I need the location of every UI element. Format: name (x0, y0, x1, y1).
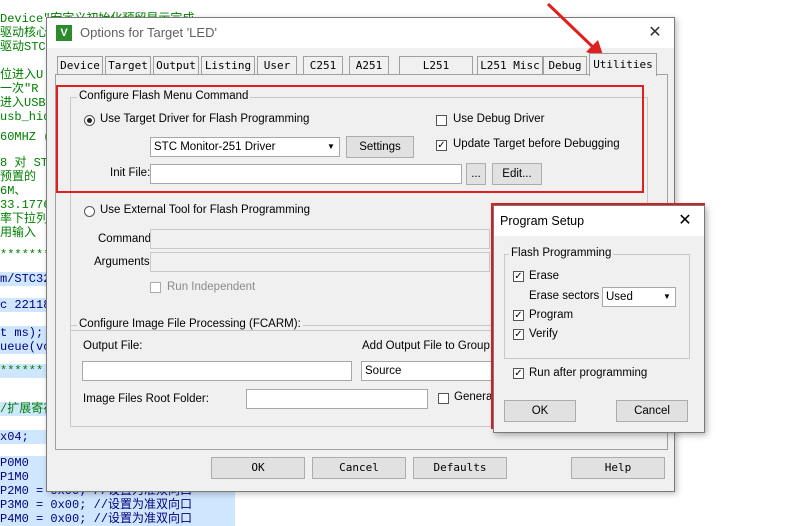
code-line: P4M0 = 0x00; //设置为准双向口 (0, 512, 235, 526)
tab-target[interactable]: Target (105, 56, 151, 75)
program-setup-title: Program Setup (500, 214, 585, 228)
program-setup-titlebar[interactable]: Program Setup ✕ (494, 206, 704, 236)
erase-label: Erase (529, 270, 560, 282)
image-root-folder-input[interactable] (246, 389, 428, 409)
chevron-down-icon: ▼ (327, 142, 335, 151)
use-debug-driver-label: Use Debug Driver (453, 113, 545, 125)
init-file-input[interactable] (150, 164, 462, 184)
image-root-folder-label: Image Files Root Folder: (83, 393, 209, 405)
generate-checkbox[interactable] (438, 393, 449, 404)
close-icon[interactable]: ✕ (674, 210, 696, 232)
erase-checkbox[interactable]: ✓ (513, 271, 524, 282)
run-after-programming-label: Run after programming (529, 367, 648, 379)
use-debug-driver-checkbox[interactable] (436, 115, 447, 126)
run-independent-label: Run Independent (167, 281, 256, 293)
output-file-label: Output File: (83, 340, 143, 352)
tab-l251-locate[interactable]: L251 Locate (399, 56, 473, 90)
arguments-input[interactable] (150, 252, 490, 272)
init-file-edit-button[interactable]: Edit... (492, 163, 542, 185)
command-input[interactable] (150, 229, 490, 249)
chevron-down-icon: ▼ (663, 292, 671, 301)
generate-label: Genera (454, 391, 493, 403)
tab-utilities[interactable]: Utilities (589, 53, 657, 76)
update-target-checkbox[interactable]: ✓ (436, 140, 447, 151)
add-output-group-label: Add Output File to Group: (362, 340, 494, 352)
tab-l251-misc[interactable]: L251 Misc (477, 56, 543, 75)
output-group-select[interactable]: Source (361, 361, 511, 381)
tab-output[interactable]: Output (153, 56, 199, 75)
erase-sectors-label: Erase sectors (529, 290, 600, 302)
cancel-button[interactable]: Cancel (312, 457, 406, 479)
flash-programming-group-title: Flash Programming (509, 247, 614, 259)
ok-button[interactable]: OK (211, 457, 305, 479)
erase-sectors-value: Used (606, 291, 633, 303)
verify-checkbox[interactable]: ✓ (513, 329, 524, 340)
use-target-driver-radio[interactable] (84, 115, 95, 126)
settings-button[interactable]: Settings (346, 136, 414, 158)
program-setup-cancel-button[interactable]: Cancel (616, 400, 688, 422)
program-setup-ok-button[interactable]: OK (504, 400, 576, 422)
driver-select[interactable]: STC Monitor-251 Driver ▼ (150, 137, 340, 157)
use-external-tool-label: Use External Tool for Flash Programming (100, 204, 311, 216)
update-target-label: Update Target before Debugging (453, 138, 620, 150)
init-file-browse-button[interactable]: ... (466, 163, 486, 185)
use-target-driver-label: Use Target Driver for Flash Programming (100, 113, 310, 125)
tab-device[interactable]: Device (57, 56, 103, 75)
run-independent-checkbox[interactable] (150, 282, 161, 293)
init-file-label: Init File: (110, 167, 151, 179)
keil-app-icon: V (56, 25, 72, 41)
tab-a251[interactable]: A251 (349, 56, 389, 75)
run-after-programming-checkbox[interactable]: ✓ (513, 368, 524, 379)
options-title: Options for Target 'LED' (80, 25, 217, 40)
output-file-input[interactable] (82, 361, 352, 381)
image-processing-group-title: Configure Image File Processing (FCARM): (77, 318, 303, 330)
tab-c251[interactable]: C251 (303, 56, 343, 75)
tab-listing[interactable]: Listing (201, 56, 255, 75)
use-external-tool-radio[interactable] (84, 206, 95, 217)
tab-user[interactable]: User (257, 56, 297, 75)
flash-menu-group-title: Configure Flash Menu Command (77, 90, 251, 102)
erase-sectors-select[interactable]: Used ▼ (602, 287, 676, 307)
driver-select-value: STC Monitor-251 Driver (154, 141, 276, 153)
command-label: Command: (98, 233, 155, 245)
help-button[interactable]: Help (571, 457, 665, 479)
defaults-button[interactable]: Defaults (413, 457, 507, 479)
program-label: Program (529, 309, 574, 321)
verify-label: Verify (529, 328, 558, 340)
code-line: P3M0 = 0x00; //设置为准双向口 (0, 498, 235, 512)
close-icon[interactable]: ✕ (643, 22, 667, 44)
program-checkbox[interactable]: ✓ (513, 310, 524, 321)
arguments-label: Arguments: (94, 256, 153, 268)
program-setup-dialog: Program Setup ✕ Flash Programming ✓ Eras… (493, 205, 705, 433)
